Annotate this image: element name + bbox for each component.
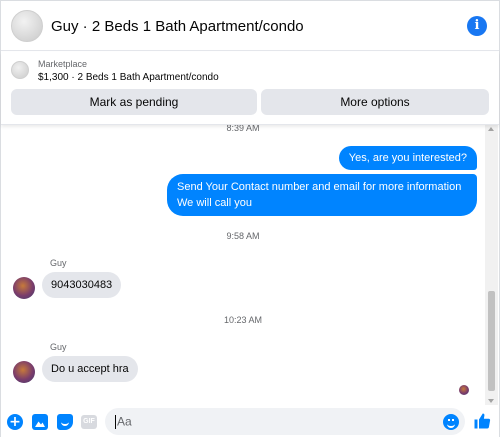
message-composer: + GIF Aa (1, 405, 499, 437)
sender-name: Guy (50, 258, 67, 268)
listing-thumbnail[interactable] (11, 61, 29, 79)
scroll-down-arrow[interactable] (488, 399, 494, 403)
message-input-placeholder: Aa (117, 414, 132, 429)
outgoing-message[interactable]: Yes, are you interested? (338, 146, 477, 170)
timestamp: 9:58 AM (226, 231, 260, 241)
sticker-icon[interactable] (57, 414, 73, 430)
contact-avatar[interactable] (11, 10, 43, 42)
timestamp: 10:23 AM (223, 315, 263, 325)
message-list: 8:39 AM Yes, are you interested? Send Yo… (1, 125, 485, 405)
text-caret (115, 414, 116, 429)
timestamp: 8:39 AM (226, 125, 260, 133)
scrollbar[interactable] (485, 125, 498, 405)
info-icon[interactable]: i (467, 16, 487, 36)
outgoing-message[interactable]: Send Your Contact number and email for m… (167, 174, 477, 216)
message-input[interactable]: Aa (105, 408, 465, 435)
incoming-message[interactable]: 9043030483 (42, 272, 122, 298)
photo-icon[interactable] (32, 414, 48, 430)
incoming-message[interactable]: Do u accept hra (42, 356, 138, 382)
chat-header: Guy · 2 Beds 1 Bath Apartment/condo i (1, 1, 499, 51)
listing-summary[interactable]: $1,300 · 2 Beds 1 Bath Apartment/condo (38, 72, 219, 83)
scroll-up-arrow[interactable] (488, 127, 494, 131)
mark-as-pending-button[interactable]: Mark as pending (11, 89, 257, 115)
scrollbar-thumb[interactable] (488, 291, 495, 391)
emoji-icon[interactable] (443, 414, 459, 430)
gif-icon[interactable]: GIF (81, 415, 97, 429)
sender-avatar[interactable] (13, 277, 35, 299)
sender-name: Guy (50, 342, 67, 352)
plus-icon[interactable]: + (7, 414, 23, 430)
marketplace-card: Marketplace $1,300 · 2 Beds 1 Bath Apart… (1, 52, 499, 125)
more-options-button[interactable]: More options (261, 89, 489, 115)
marketplace-label: Marketplace (38, 59, 88, 69)
chat-window: Guy · 2 Beds 1 Bath Apartment/condo i Ma… (0, 0, 500, 437)
conversation-title[interactable]: Guy · 2 Beds 1 Bath Apartment/condo (51, 18, 304, 35)
like-icon[interactable] (473, 412, 491, 430)
sender-avatar[interactable] (13, 361, 35, 383)
seen-indicator-avatar (459, 385, 469, 395)
